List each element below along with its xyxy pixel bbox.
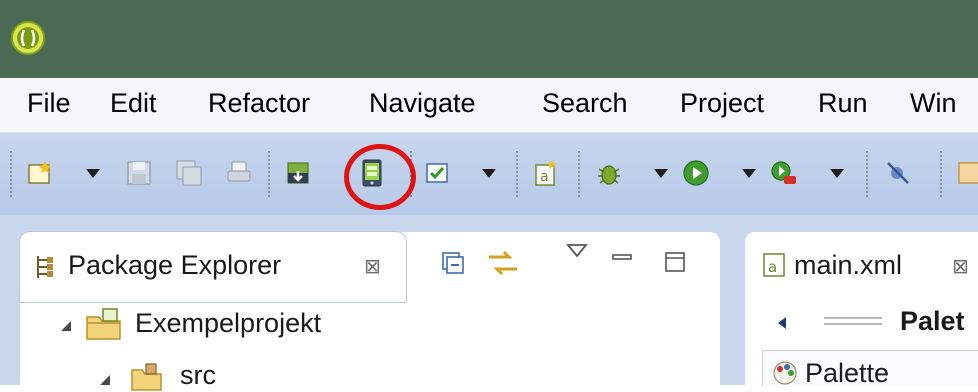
editor-tab-main-xml[interactable]: main.xml <box>794 250 902 281</box>
menu-project[interactable]: Project <box>680 88 764 119</box>
tree-item-src[interactable]: src <box>180 360 216 391</box>
debug-icon[interactable] <box>595 159 623 187</box>
tree-expand-arrow-icon[interactable] <box>97 372 113 388</box>
menu-file[interactable]: File <box>27 88 71 119</box>
print-icon[interactable] <box>225 159 253 187</box>
skip-breakpoints-icon[interactable] <box>884 159 912 187</box>
run-icon[interactable] <box>682 159 710 187</box>
external-tools-icon[interactable] <box>770 159 798 187</box>
package-explorer-tab-label: Package Explorer <box>68 250 282 280</box>
new-wizard-icon[interactable] <box>26 159 54 187</box>
source-folder-icon <box>131 363 162 391</box>
svg-text:a: a <box>540 169 549 185</box>
palette-item-label[interactable]: Palette <box>805 358 889 389</box>
close-icon[interactable]: ⊠ <box>364 254 381 278</box>
menu-bar: File Edit Refactor Navigate Search Proje… <box>0 78 978 133</box>
palette-icon <box>773 361 797 385</box>
toolbar-separator <box>866 151 868 197</box>
menu-window[interactable]: Win <box>910 88 957 119</box>
toolbar-overflow-icon[interactable] <box>955 159 978 187</box>
check-icon[interactable] <box>424 159 452 187</box>
menu-refactor[interactable]: Refactor <box>208 88 310 119</box>
toolbar-separator <box>940 151 942 197</box>
menu-search[interactable]: Search <box>542 88 628 119</box>
menu-edit[interactable]: Edit <box>110 88 157 119</box>
eclipse-logo-icon <box>11 21 45 55</box>
collapse-all-icon[interactable] <box>440 250 466 276</box>
title-bar <box>0 0 978 78</box>
save-all-icon[interactable] <box>175 159 203 187</box>
collapse-palette-arrow-icon[interactable] <box>775 315 789 331</box>
tree-item-project[interactable]: Exempelprojekt <box>135 308 321 339</box>
android-project-folder-icon <box>86 308 121 340</box>
check-dropdown-arrow-icon[interactable] <box>482 169 496 178</box>
view-menu-icon[interactable] <box>565 242 589 260</box>
toolbar-separator <box>516 151 518 197</box>
svg-text:a: a <box>768 258 777 276</box>
sdk-manager-icon[interactable] <box>284 159 312 187</box>
minimize-icon[interactable] <box>610 250 634 264</box>
toolbar-separator <box>10 151 12 197</box>
android-xml-icon[interactable]: a <box>532 159 560 187</box>
run-dropdown-arrow-icon[interactable] <box>742 169 756 178</box>
menu-navigate[interactable]: Navigate <box>369 88 476 119</box>
palette-divider-lines <box>824 317 882 325</box>
link-with-editor-icon[interactable] <box>487 248 519 278</box>
tree-expand-arrow-icon[interactable] <box>58 318 74 334</box>
main-toolbar: a <box>0 133 978 216</box>
toolbar-separator <box>578 151 580 197</box>
debug-dropdown-arrow-icon[interactable] <box>654 169 668 178</box>
menu-run[interactable]: Run <box>818 88 868 119</box>
new-dropdown-arrow-icon[interactable] <box>86 169 100 178</box>
package-explorer-icon <box>37 256 53 278</box>
external-tools-dropdown-arrow-icon[interactable] <box>830 169 844 178</box>
package-explorer-tab[interactable]: Package Explorer ⊠ <box>20 232 406 302</box>
close-icon[interactable]: ⊠ <box>952 254 969 278</box>
android-xml-file-icon: a <box>763 253 785 277</box>
toolbar-separator <box>268 151 270 197</box>
palette-header: Palet <box>900 306 965 336</box>
maximize-icon[interactable] <box>663 250 687 274</box>
save-icon[interactable] <box>125 159 153 187</box>
avd-manager-highlight-circle <box>344 144 416 210</box>
